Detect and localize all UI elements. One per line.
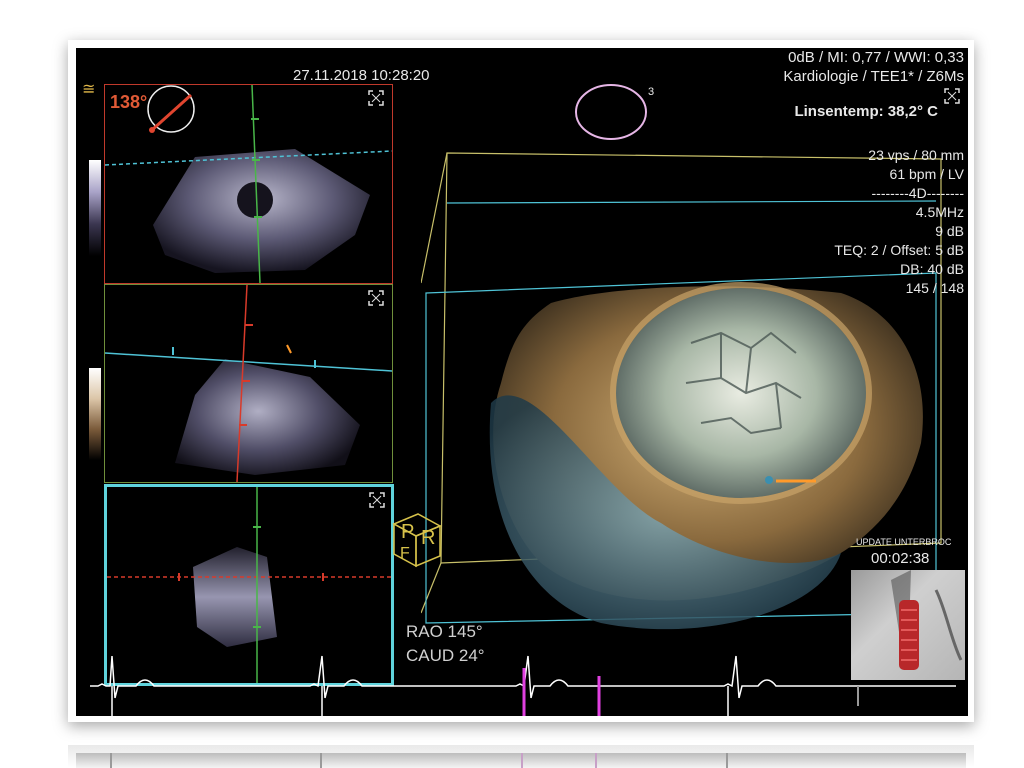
expand-icon[interactable] xyxy=(944,88,960,104)
param-line: --------4D-------- xyxy=(871,185,965,201)
fluoro-timer: 00:02:38 xyxy=(871,550,930,567)
mpr-pane-middle[interactable] xyxy=(104,284,393,483)
param-line: 61 bpm / LV xyxy=(889,166,964,182)
param-line: TEQ: 2 / Offset: 5 dB xyxy=(834,242,964,258)
reflection-tick xyxy=(726,753,728,768)
param-line: 9 dB xyxy=(935,223,964,239)
probe-angle: 138° xyxy=(110,92,148,112)
probe-temperature: Linsentemp: 38,2° C xyxy=(794,103,938,120)
reflection-tick xyxy=(110,753,112,768)
mpr-pane-top[interactable]: 138° xyxy=(104,84,393,284)
header-symbol: ≅ xyxy=(82,81,96,98)
orientation-ring-icon: 3 xyxy=(573,79,655,141)
param-line: 145 / 148 xyxy=(905,280,964,296)
param-line: DB: 40 dB xyxy=(900,261,964,277)
reflection-tick xyxy=(320,753,322,768)
expand-icon[interactable] xyxy=(368,290,384,306)
projection-rao: RAO 145° xyxy=(406,622,483,641)
acquisition-parameters: 23 vps / 80 mm 61 bpm / LV --------4D---… xyxy=(764,148,964,300)
screen-reflection xyxy=(68,745,974,768)
expand-icon[interactable] xyxy=(369,492,385,508)
acoustic-output: 0dB / MI: 0,77 / WWI: 0,33 xyxy=(788,49,964,66)
param-line: 4.5MHz xyxy=(915,204,964,220)
cube-face-label: R xyxy=(421,527,436,549)
exam-datetime: 27.11.2018 10:28:20 xyxy=(293,67,430,84)
tint-map-bar xyxy=(89,368,101,460)
param-line: 23 vps / 80 mm xyxy=(868,147,964,163)
ecg-trace xyxy=(90,655,956,716)
reflection-tick xyxy=(595,753,597,768)
reflection-tick xyxy=(521,753,523,768)
fluoro-status: UPDATE UNTERBROC xyxy=(856,537,952,547)
expand-icon[interactable] xyxy=(368,90,384,106)
cube-face-label: P xyxy=(401,521,415,543)
gray-map-bar xyxy=(89,160,101,256)
ultrasound-screen: ≅ 27.11.2018 10:28:20 0dB / MI: 0,77 / W… xyxy=(76,48,968,716)
cube-face-label: F xyxy=(400,545,410,562)
preset-info: Kardiologie / TEE1* / Z6Ms xyxy=(783,68,964,85)
orientation-cube-icon[interactable]: P R F xyxy=(386,508,448,572)
orientation-number: 3 xyxy=(648,86,655,98)
